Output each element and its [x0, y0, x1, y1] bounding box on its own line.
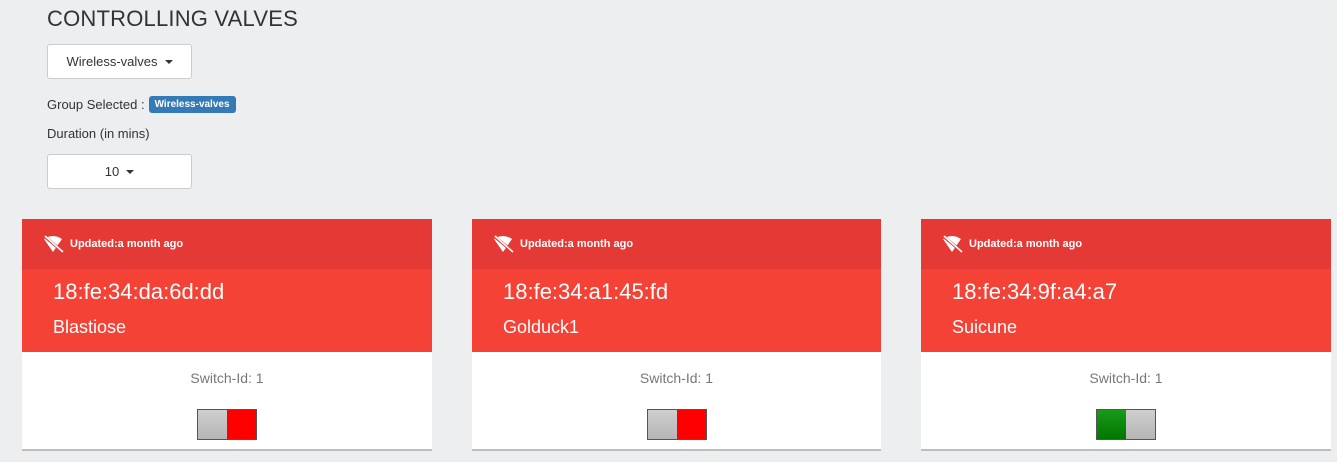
card-info: 18:fe:34:da:6d:dd Blastiose: [22, 269, 432, 352]
valve-card: Updated:a month ago 18:fe:34:a1:45:fd Go…: [472, 219, 881, 449]
card-status-bar: Updated:a month ago: [472, 219, 881, 269]
duration-label: Duration (in mins): [47, 126, 150, 141]
group-selected-badge: Wireless-valves: [148, 96, 236, 113]
updated-text: Updated:a month ago: [70, 238, 184, 250]
toggle-handle: [198, 410, 227, 439]
toggle-state-off: [676, 410, 706, 439]
duration-value: 10: [104, 164, 120, 179]
wifi-off-icon: [493, 235, 514, 253]
wifi-off-icon: [942, 235, 963, 253]
card-info: 18:fe:34:a1:45:fd Golduck1: [472, 269, 881, 352]
group-dropdown[interactable]: Wireless-valves: [47, 44, 192, 79]
device-name: Golduck1: [503, 317, 580, 337]
device-mac: 18:fe:34:da:6d:dd: [53, 279, 225, 304]
group-selected-label: Group Selected :: [47, 97, 145, 112]
valve-toggle[interactable]: [1096, 409, 1156, 440]
device-name: Blastiose: [53, 317, 127, 337]
caret-down-icon: [126, 169, 135, 174]
toggle-handle: [1126, 410, 1155, 439]
device-mac: 18:fe:34:a1:45:fd: [503, 279, 669, 304]
device-mac: 18:fe:34:9f:a4:a7: [952, 279, 1118, 304]
wifi-off-icon: [43, 235, 64, 253]
card-info: 18:fe:34:9f:a4:a7 Suicune: [921, 269, 1331, 352]
duration-dropdown[interactable]: 10: [47, 154, 192, 189]
caret-down-icon: [164, 59, 173, 64]
updated-text: Updated:a month ago: [969, 238, 1083, 250]
switch-id: Switch-Id: 1: [190, 370, 264, 386]
valve-toggle[interactable]: [646, 409, 707, 440]
valve-toggle[interactable]: [197, 409, 257, 440]
card-status-bar: Updated:a month ago: [22, 219, 432, 269]
group-selected: Group Selected : Wireless-valves: [47, 96, 236, 113]
switch-id: Switch-Id: 1: [639, 370, 714, 386]
valve-card: Updated:a month ago 18:fe:34:da:6d:dd Bl…: [22, 219, 432, 449]
toggle-handle: [647, 410, 677, 439]
group-dropdown-label: Wireless-valves: [66, 54, 158, 69]
device-name: Suicune: [952, 317, 1018, 337]
card-status-bar: Updated:a month ago: [921, 219, 1331, 269]
toggle-state-on: [1097, 410, 1126, 439]
valve-card: Updated:a month ago 18:fe:34:9f:a4:a7 Su…: [921, 219, 1331, 449]
updated-text: Updated:a month ago: [520, 238, 634, 250]
switch-id: Switch-Id: 1: [1089, 370, 1163, 386]
toggle-state-off: [227, 410, 256, 439]
page-title: CONTROLLING VALVES: [47, 6, 298, 31]
